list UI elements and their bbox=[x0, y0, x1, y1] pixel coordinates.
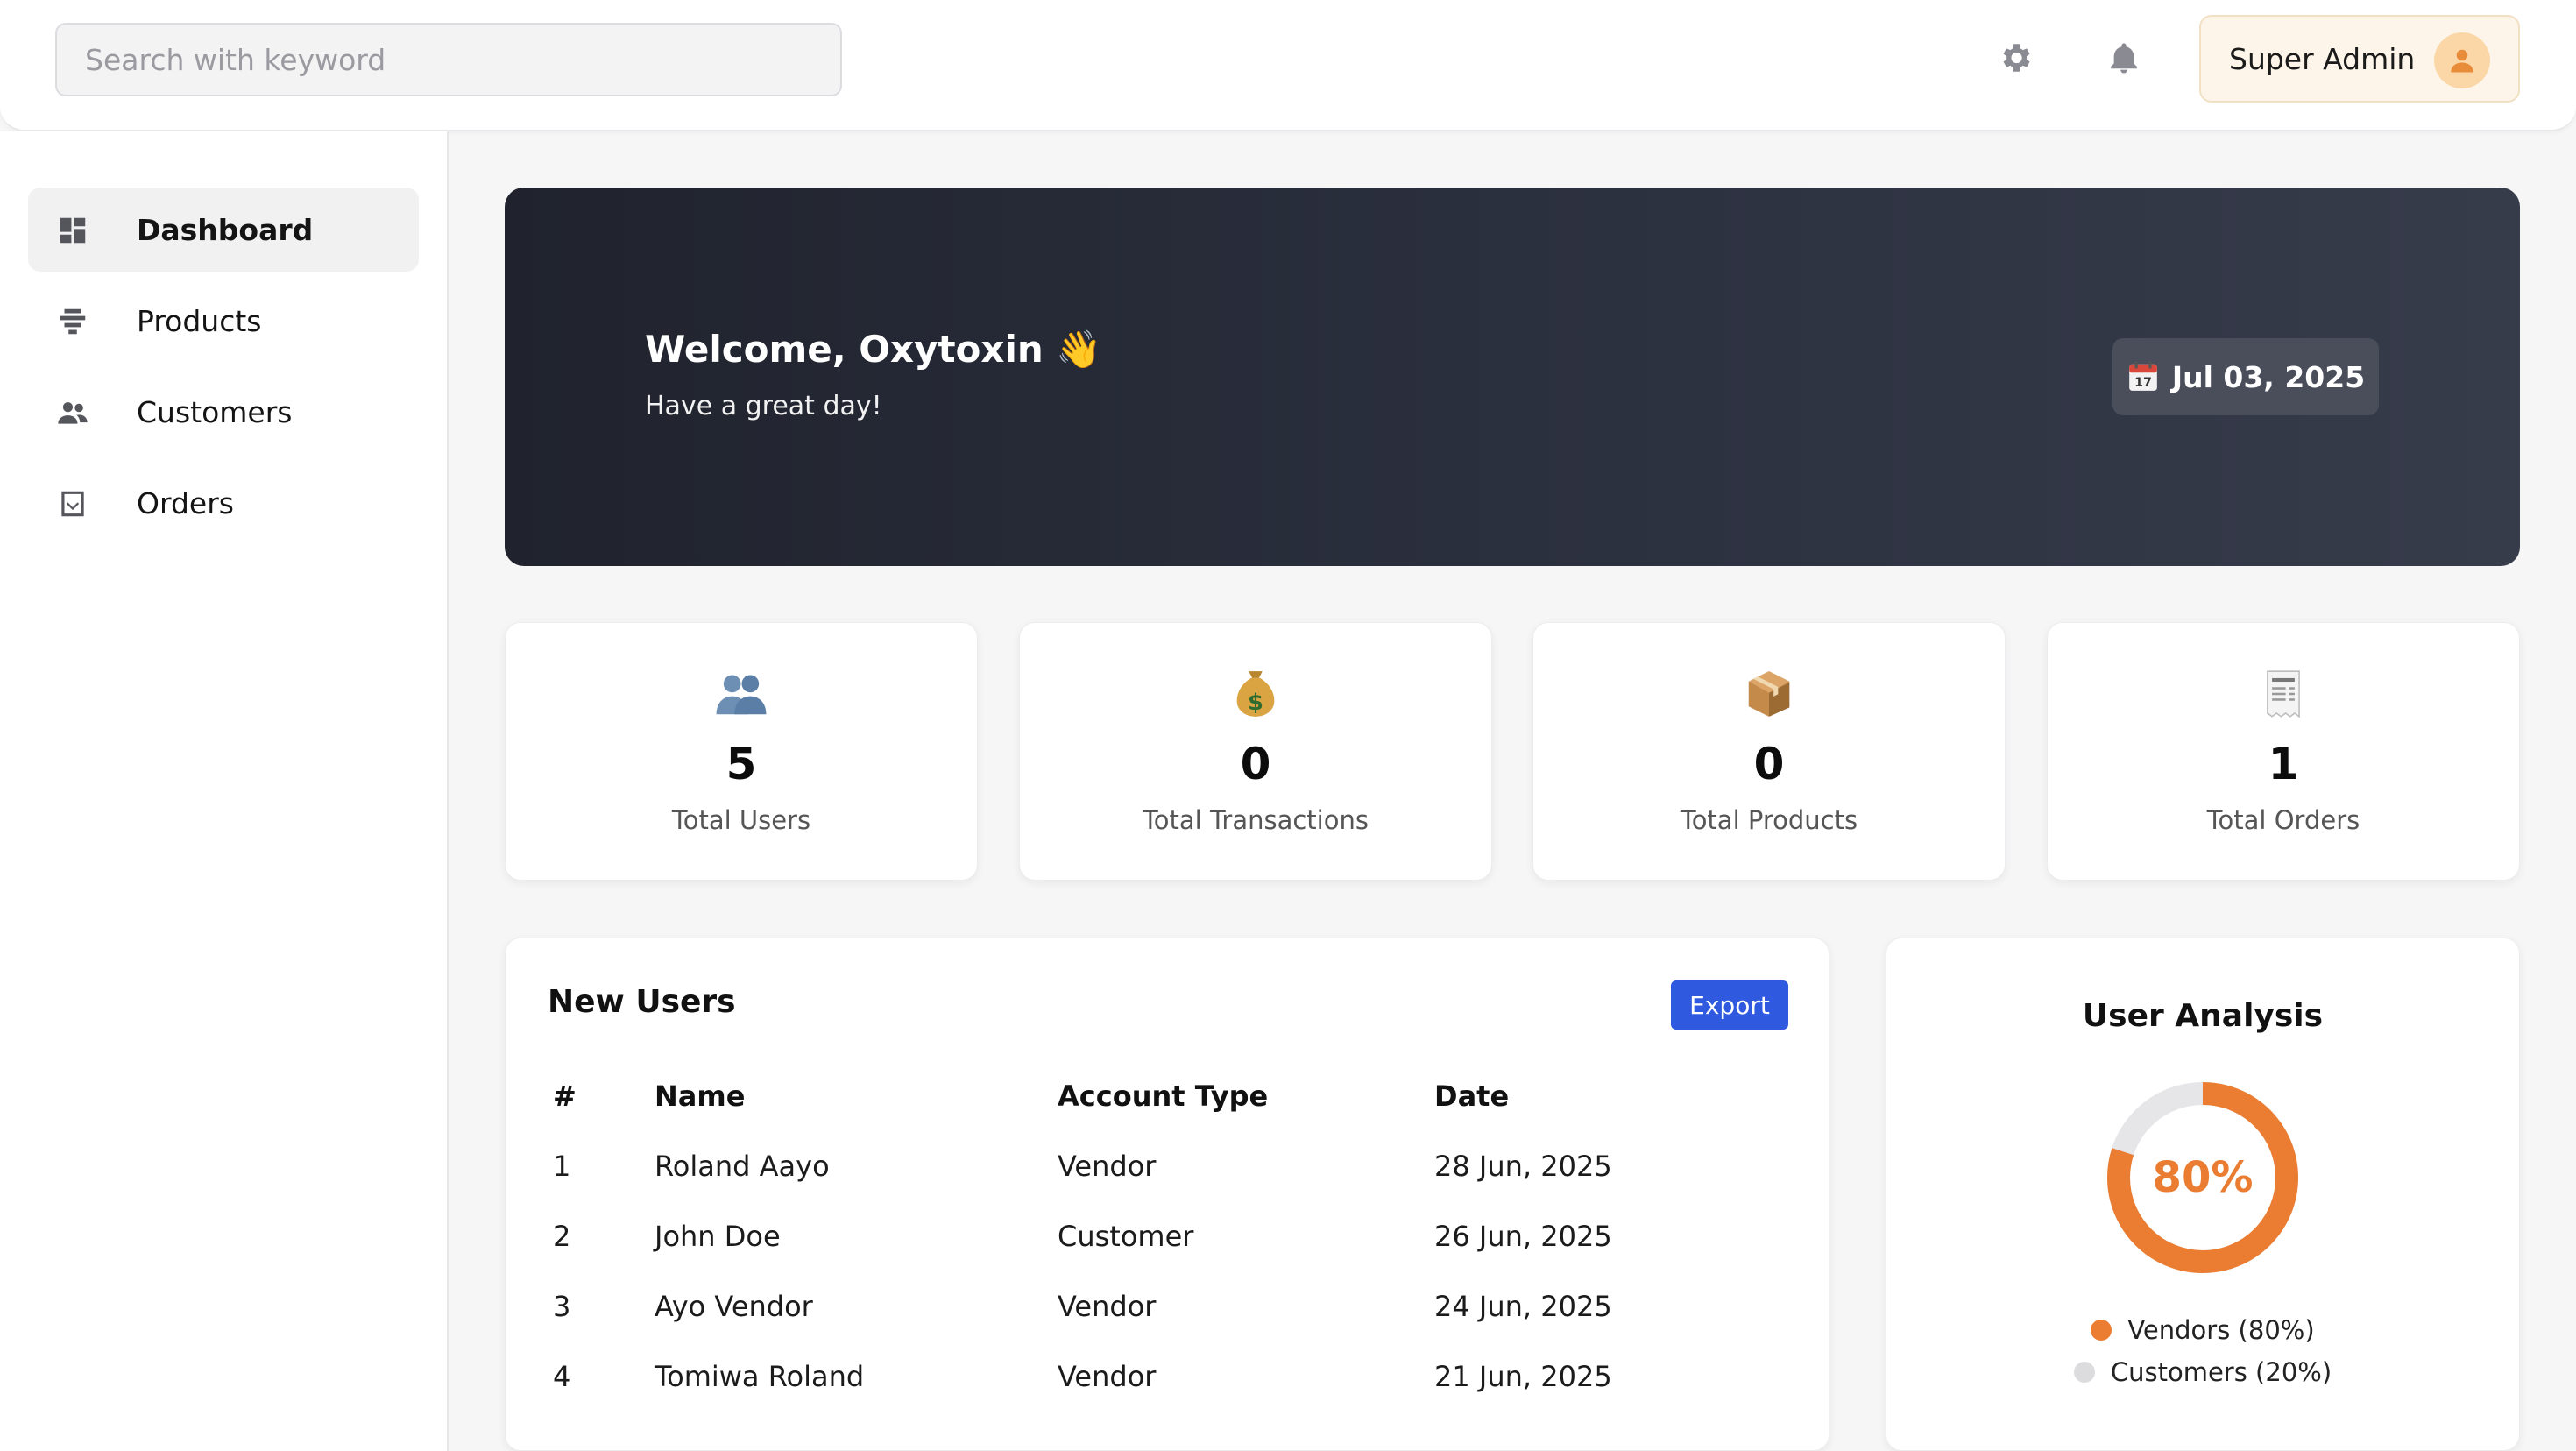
legend-label: Customers (20%) bbox=[2110, 1357, 2332, 1387]
table-row[interactable]: 3 Ayo Vendor Vendor 24 Jun, 2025 bbox=[532, 1271, 1794, 1341]
row-index: 3 bbox=[553, 1290, 571, 1323]
sidebar-item-orders[interactable]: Orders bbox=[28, 461, 419, 545]
sidebar-item-label: Products bbox=[137, 303, 262, 338]
date-cell: 28 Jun, 2025 bbox=[1434, 1150, 1612, 1183]
package-icon bbox=[1533, 667, 2005, 725]
account-type-cell: Vendor bbox=[1058, 1290, 1157, 1323]
stat-value: 1 bbox=[2268, 739, 2299, 789]
user-name-cell: Ayo Vendor bbox=[655, 1290, 813, 1323]
sidebar-item-products[interactable]: Products bbox=[28, 279, 419, 363]
welcome-banner: Welcome, Oxytoxin 👋 Have a great day! 17… bbox=[505, 188, 2520, 566]
svg-text:$: $ bbox=[1248, 690, 1263, 716]
sidebar-item-dashboard[interactable]: Dashboard bbox=[28, 188, 419, 272]
user-profile-button[interactable]: Super Admin bbox=[2199, 15, 2520, 103]
column-header: # bbox=[553, 1079, 577, 1113]
sidebar: Dashboard Products Customers Orders bbox=[0, 131, 449, 1451]
stat-label: Total Products bbox=[1680, 805, 1858, 835]
column-header: Date bbox=[1434, 1079, 1510, 1113]
table-row[interactable]: 1 Roland Aayo Vendor 28 Jun, 2025 bbox=[532, 1131, 1794, 1201]
table-row[interactable]: 2 John Doe Customer 26 Jun, 2025 bbox=[532, 1201, 1794, 1271]
date-cell: 24 Jun, 2025 bbox=[1434, 1290, 1612, 1323]
user-name: Super Admin bbox=[2229, 41, 2416, 76]
stat-label: Total Orders bbox=[2206, 805, 2360, 835]
sidebar-item-customers[interactable]: Customers bbox=[28, 370, 419, 454]
date-cell: 26 Jun, 2025 bbox=[1434, 1220, 1612, 1253]
legend-dot-vendors bbox=[2091, 1320, 2112, 1341]
row-index: 2 bbox=[553, 1220, 571, 1253]
new-users-card: New Users Export # Name Account Type Dat… bbox=[505, 938, 1829, 1451]
stat-card-products: 0 Total Products bbox=[1532, 622, 2006, 881]
dashboard-icon bbox=[56, 214, 89, 247]
sidebar-item-label: Dashboard bbox=[137, 212, 314, 247]
stat-card-users: 5 Total Users bbox=[505, 622, 978, 881]
current-date: Jul 03, 2025 bbox=[2171, 359, 2366, 394]
users-icon bbox=[506, 667, 977, 725]
column-header: Account Type bbox=[1058, 1079, 1269, 1113]
row-index: 4 bbox=[553, 1360, 571, 1393]
table-row[interactable]: 4 Tomiwa Roland Vendor 21 Jun, 2025 bbox=[532, 1341, 1794, 1412]
user-analysis-card: User Analysis 80% Vendors (80%) Customer… bbox=[1886, 938, 2520, 1451]
orders-icon bbox=[56, 487, 89, 520]
notification-bell-icon[interactable] bbox=[2103, 37, 2145, 79]
svg-text:17: 17 bbox=[2134, 376, 2152, 390]
receipt-icon bbox=[2048, 667, 2519, 725]
legend-item-vendors: Vendors (80%) bbox=[1886, 1315, 2519, 1345]
account-type-cell: Customer bbox=[1058, 1220, 1194, 1253]
export-button[interactable]: Export bbox=[1671, 980, 1788, 1030]
sidebar-item-label: Customers bbox=[137, 394, 293, 429]
donut-center-percentage: 80% bbox=[2152, 1153, 2254, 1202]
stat-value: 0 bbox=[1240, 739, 1271, 789]
legend-item-customers: Customers (20%) bbox=[1886, 1357, 2519, 1387]
user-name-cell: John Doe bbox=[655, 1220, 781, 1253]
column-header: Name bbox=[655, 1079, 746, 1113]
account-type-cell: Vendor bbox=[1058, 1150, 1157, 1183]
new-users-table: # Name Account Type Date 1 Roland Aayo V… bbox=[532, 1061, 1794, 1412]
money-bag-icon: $ bbox=[1020, 667, 1491, 725]
stat-label: Total Users bbox=[671, 805, 811, 835]
user-name-cell: Roland Aayo bbox=[655, 1150, 830, 1183]
row-index: 1 bbox=[553, 1150, 571, 1183]
table-header-row: # Name Account Type Date bbox=[532, 1061, 1794, 1131]
stat-card-orders: 1 Total Orders bbox=[2047, 622, 2520, 881]
account-type-cell: Vendor bbox=[1058, 1360, 1157, 1393]
date-badge: 17 Jul 03, 2025 bbox=[2112, 338, 2379, 415]
sidebar-item-label: Orders bbox=[137, 485, 234, 520]
card-title: User Analysis bbox=[2082, 998, 2324, 1034]
user-avatar-icon bbox=[2451, 49, 2473, 73]
top-bar: Super Admin bbox=[0, 0, 2576, 131]
welcome-heading: Welcome, Oxytoxin 👋 bbox=[645, 328, 1102, 371]
products-icon bbox=[56, 305, 89, 338]
settings-gear-icon[interactable] bbox=[1994, 37, 2036, 79]
stat-value: 5 bbox=[725, 739, 757, 789]
card-title: New Users bbox=[548, 984, 736, 1020]
stat-label: Total Transactions bbox=[1143, 805, 1369, 835]
user-name-cell: Tomiwa Roland bbox=[655, 1360, 865, 1393]
legend-dot-customers bbox=[2073, 1362, 2095, 1383]
customers-icon bbox=[56, 396, 89, 429]
search-input[interactable] bbox=[55, 23, 842, 96]
date-cell: 21 Jun, 2025 bbox=[1434, 1360, 1612, 1393]
avatar bbox=[2434, 32, 2490, 88]
stat-card-transactions: $ 0 Total Transactions bbox=[1019, 622, 1492, 881]
calendar-icon: 17 bbox=[2127, 360, 2160, 393]
legend-label: Vendors (80%) bbox=[2127, 1315, 2315, 1345]
stat-value: 0 bbox=[1753, 739, 1785, 789]
welcome-tagline: Have a great day! bbox=[645, 391, 882, 421]
